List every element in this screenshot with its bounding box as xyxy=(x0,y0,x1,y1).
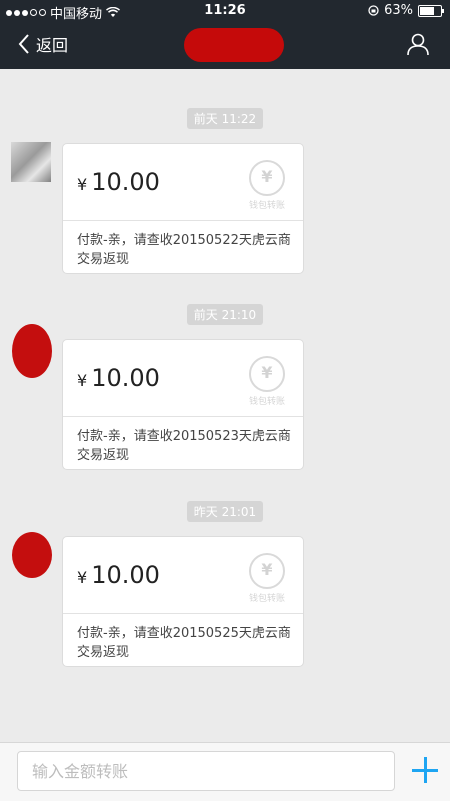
input-bar xyxy=(0,742,450,801)
transfer-card[interactable]: ¥10.00 钱包转账 付款-亲，请查收20150523天虎云商交易返现 xyxy=(62,339,304,470)
transfer-card[interactable]: ¥10.00 钱包转账 付款-亲，请查收20150525天虎云商交易返现 xyxy=(62,536,304,667)
transfer-amount: ¥10.00 xyxy=(77,364,160,392)
back-button[interactable]: 返回 xyxy=(18,32,68,56)
redacted-title xyxy=(184,28,284,62)
status-bar: 中国移动 11:26 63% xyxy=(0,0,450,22)
wallet-transfer-stamp-icon: 钱包转账 xyxy=(245,160,289,211)
rotation-lock-icon xyxy=(368,5,379,16)
transfer-card-header: ¥10.00 钱包转账 xyxy=(63,144,303,221)
redacted-avatar xyxy=(12,532,52,578)
back-label: 返回 xyxy=(36,36,69,55)
chevron-left-icon xyxy=(18,34,29,54)
plus-icon[interactable] xyxy=(410,755,440,785)
amount-input[interactable] xyxy=(17,751,395,791)
transfer-note: 付款-亲，请查收20150522天虎云商交易返现 xyxy=(77,233,291,267)
battery-icon xyxy=(418,4,444,17)
message-timestamp: 前天 21:10 xyxy=(0,304,450,325)
wallet-transfer-stamp-icon: 钱包转账 xyxy=(245,553,289,604)
message-timestamp: 前天 11:22 xyxy=(0,108,450,129)
battery-percent: 63% xyxy=(384,3,413,18)
transfer-note: 付款-亲，请查收20150525天虎云商交易返现 xyxy=(77,626,291,660)
status-right: 63% xyxy=(368,3,444,18)
transfer-amount: ¥10.00 xyxy=(77,168,160,196)
transfer-amount: ¥10.00 xyxy=(77,561,160,589)
transfer-card[interactable]: ¥10.00 钱包转账 付款-亲，请查收20150522天虎云商交易返现 xyxy=(62,143,304,274)
wallet-transfer-stamp-icon: 钱包转账 xyxy=(245,356,289,407)
nav-bar: 返回 xyxy=(0,22,450,69)
transfer-note: 付款-亲，请查收20150523天虎云商交易返现 xyxy=(77,429,291,463)
transfer-card-header: ¥10.00 钱包转账 xyxy=(63,537,303,614)
top-bar: 中国移动 11:26 63% 返回 xyxy=(0,0,450,69)
message-timestamp: 昨天 21:01 xyxy=(0,501,450,522)
transfer-card-header: ¥10.00 钱包转账 xyxy=(63,340,303,417)
user-icon[interactable] xyxy=(406,32,430,56)
avatar[interactable] xyxy=(11,142,51,182)
redacted-avatar xyxy=(12,324,52,378)
